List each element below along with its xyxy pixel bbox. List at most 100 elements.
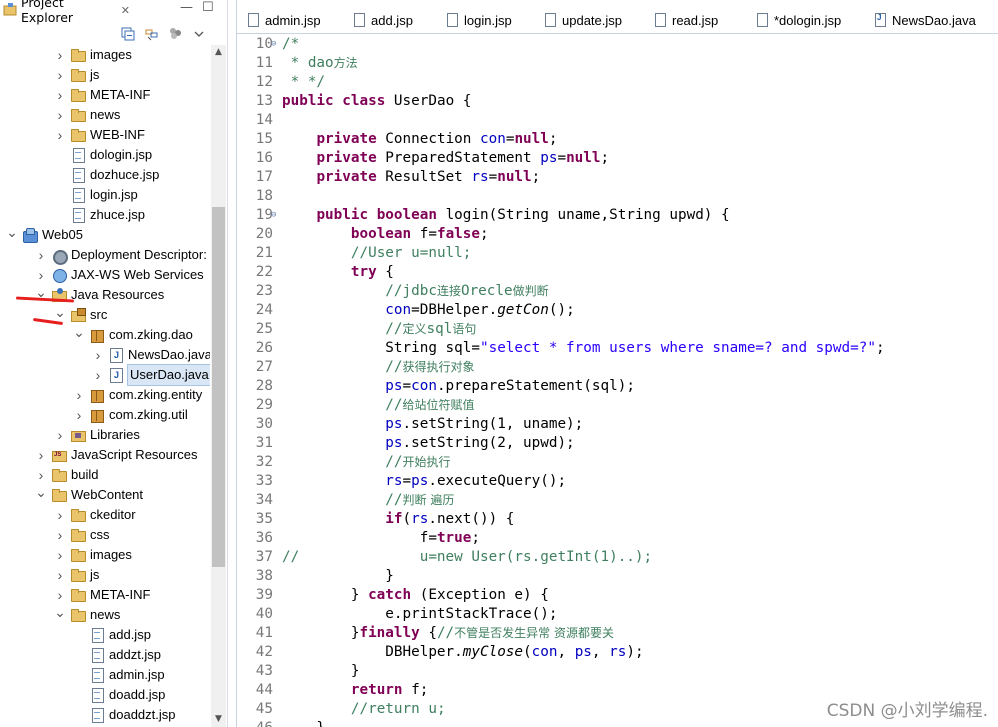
chevron-down-icon[interactable]: ⌄ [72,325,86,342]
tree-item[interactable]: › Libraries [53,425,140,445]
tree-item-label: META-INF [90,587,151,602]
chevron-right-icon[interactable]: › [53,528,67,542]
chevron-right-icon[interactable]: › [72,408,86,422]
tree-item[interactable]: › build [34,465,98,485]
maximize-icon[interactable]: ☐ [202,0,214,15]
chevron-right-icon[interactable]: › [91,348,105,362]
folder-icon [70,568,86,582]
tree-item[interactable]: › UserDao.java [91,364,210,386]
chevron-right-icon[interactable]: › [53,108,67,122]
code-token: ps [385,416,403,432]
chevron-right-icon[interactable]: › [34,248,48,262]
collapse-all-icon[interactable] [120,26,135,41]
tree-item[interactable]: login.jsp [53,185,138,205]
tree-item-label: com.zking.dao [109,327,193,342]
close-icon[interactable]: ✕ [121,4,130,17]
chevron-down-icon[interactable]: ⌄ [34,485,48,502]
code-line: 32 //开始执行 [237,453,998,472]
tree-item[interactable]: › js [53,65,99,85]
tree-item[interactable]: › js [53,565,99,585]
chevron-right-icon[interactable]: › [53,548,67,562]
file-icon [70,208,86,223]
tree-item[interactable]: › JavaScript Resources [34,445,197,465]
editor-tab[interactable]: admin.jsp [237,6,343,34]
chevron-down-icon[interactable]: ⌄ [53,605,67,622]
chevron-right-icon[interactable]: › [53,68,67,82]
tree-item[interactable]: add.jsp [72,625,151,645]
chevron-right-icon[interactable]: › [34,448,48,462]
code-token: public [316,207,369,223]
tree-item[interactable]: ⌄ com.zking.dao [72,325,193,345]
tree-item[interactable]: › ckeditor [53,505,136,525]
chevron-right-icon[interactable]: › [34,468,48,482]
chevron-right-icon[interactable]: › [53,88,67,102]
code-area[interactable]: 10 ⊖/* 11 * dao方法 12 * */13 public class Use… [237,34,998,727]
code-token: false [436,226,481,242]
tree-item[interactable]: dologin.jsp [53,145,152,165]
chevron-right-icon[interactable]: › [34,268,48,282]
tree-item[interactable]: › WEB-INF [53,125,145,145]
chevron-right-icon[interactable]: › [91,368,105,382]
code-line: 14 [237,111,998,130]
code-text: } [282,719,325,727]
tree-item[interactable]: doaddzt.jsp [72,705,176,725]
tree-item[interactable]: › META-INF [53,585,150,605]
chevron-right-icon[interactable]: › [53,48,67,62]
explorer-scrollbar[interactable]: ▲ ▼ [211,45,226,727]
tree-item[interactable]: › JAX-WS Web Services [34,265,204,285]
code-token: // [385,454,403,470]
editor-tab[interactable]: login.jsp [436,6,534,34]
fold-toggle-icon[interactable]: ⊖ [271,35,276,54]
tree-item[interactable]: › com.zking.entity [72,385,202,405]
tree-item[interactable]: admin.jsp [72,665,165,685]
tree-item-label: addzt.jsp [109,647,162,662]
tree-item[interactable]: › news [53,105,120,125]
chevron-down-icon[interactable] [192,26,207,41]
tree-item[interactable]: dozhuce.jsp [53,165,159,185]
code-token: sql [426,321,453,337]
tree-item-label: Libraries [90,427,140,442]
scroll-down-arrow-icon[interactable]: ▼ [211,712,226,727]
scrollbar-thumb[interactable] [212,207,225,567]
scroll-up-arrow-icon[interactable]: ▲ [211,45,226,60]
tree-item[interactable]: › NewsDao.java [91,345,210,365]
chevron-right-icon[interactable]: › [53,508,67,522]
editor-tab[interactable]: add.jsp [343,6,436,34]
chevron-down-icon[interactable]: ⌄ [53,305,67,322]
chevron-right-icon[interactable]: › [53,588,67,602]
view-menu-icon[interactable] [168,26,183,41]
chevron-right-icon[interactable]: › [72,388,86,402]
editor-tab[interactable]: update.jsp [534,6,644,34]
tree-item[interactable]: › css [53,525,110,545]
tree-item[interactable]: ⌄ WebContent [34,485,143,505]
chevron-down-icon[interactable]: ⌄ [5,225,19,242]
tree-item[interactable]: ⌄ news [53,605,120,625]
tree-item[interactable]: ⌄ Web05 [5,225,83,245]
folder-icon [70,88,86,102]
tree-item[interactable]: › META-INF [53,85,150,105]
chevron-right-icon[interactable]: › [53,128,67,142]
code-text: return f; [282,681,428,700]
link-with-editor-icon[interactable] [144,26,159,41]
minimize-icon[interactable]: — [180,0,193,15]
tree-item[interactable]: › images [53,45,132,65]
tree-item[interactable]: ⌄ Java Resources [34,285,164,305]
project-explorer-tab[interactable]: Project Explorer ✕ [0,0,130,25]
editor-tab[interactable]: NewsDao.java [864,6,998,34]
chevron-right-icon[interactable]: › [53,428,67,442]
tree-item[interactable]: › Deployment Descriptor: Web05 [34,245,210,265]
file-icon [89,708,105,723]
tree-item[interactable]: zhuce.jsp [53,205,145,225]
tree-item[interactable]: › com.zking.util [72,405,188,425]
code-text: //获得执行对象 [282,358,474,377]
fold-toggle-icon[interactable]: ⊖ [271,206,276,225]
editor-tab[interactable]: read.jsp [644,6,746,34]
pkg-icon [89,328,105,343]
tree-item[interactable]: doadd.jsp [72,685,165,705]
editor-tab[interactable]: *dologin.jsp [746,6,864,34]
tree-item[interactable]: addzt.jsp [72,645,161,665]
chevron-right-icon[interactable]: › [53,568,67,582]
tree-item[interactable]: › images [53,545,132,565]
